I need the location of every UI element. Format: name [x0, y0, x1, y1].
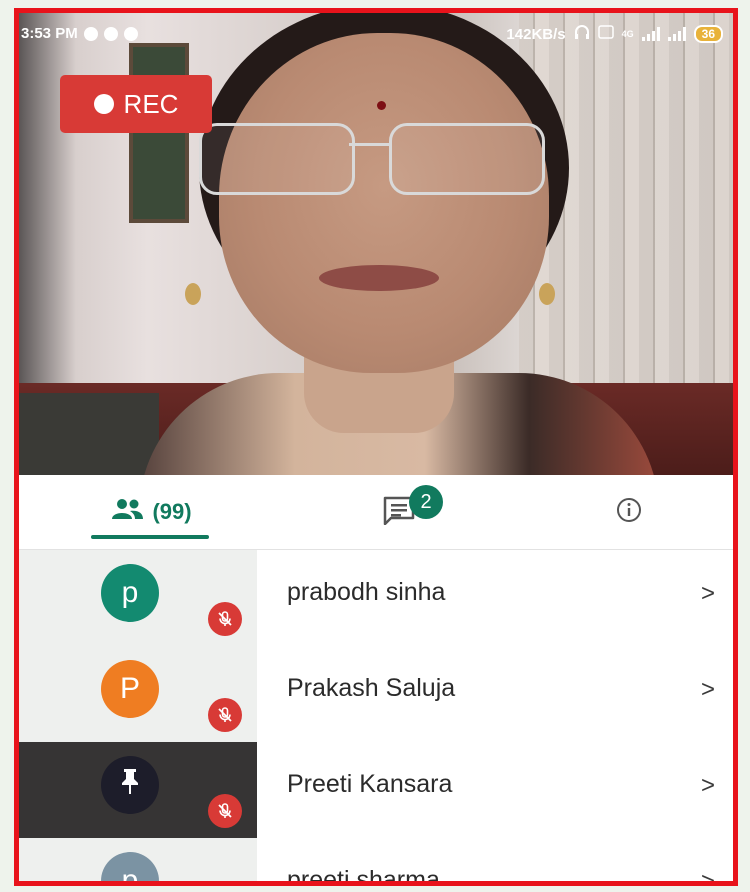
volte-icon [597, 25, 614, 43]
chevron-right-icon[interactable]: > [701, 868, 715, 881]
glasses-lens-right [389, 123, 545, 195]
hangouts-icon [103, 26, 118, 41]
avatar: P [101, 660, 159, 718]
network-type: 4G [621, 29, 634, 39]
avatar: p [101, 564, 159, 622]
speaker-lips [319, 265, 439, 291]
speaker-face [219, 33, 549, 373]
chat-unread-badge: 2 [409, 485, 443, 519]
headphones-icon [574, 25, 590, 43]
participant-list[interactable]: p prabodh sinha > P Prakash Saluja > Pre… [19, 550, 733, 881]
recording-label: REC [123, 88, 179, 119]
participant-row[interactable]: p prabodh sinha > [19, 550, 733, 646]
signal-2-icon [667, 27, 686, 41]
participant-row[interactable]: p preeti sharma > [19, 838, 733, 886]
participant-row[interactable]: Preeti Kansara > [19, 742, 733, 838]
status-right: 142KB/s 4G 36 [506, 25, 723, 43]
people-icon [110, 498, 144, 526]
network-speed: 142KB/s [506, 25, 566, 43]
record-dot-icon [93, 94, 114, 114]
wall-picture [129, 43, 189, 223]
participant-name: preeti sharma [287, 866, 440, 886]
mic-off-icon [208, 698, 242, 732]
participant-name: Prakash Saluja [287, 674, 456, 702]
info-icon [615, 496, 643, 529]
background-cushion [19, 393, 159, 475]
speaker-earring-left [185, 283, 201, 305]
chevron-right-icon[interactable]: > [701, 580, 715, 608]
speaker-glasses [199, 123, 545, 195]
chevron-right-icon[interactable]: > [701, 772, 715, 800]
status-bar: 3:53 PM 142KB/s 4G 36 [19, 13, 733, 53]
status-time: 3:53 PM [21, 25, 78, 42]
recording-indicator: REC [60, 75, 212, 133]
app-frame: 3:53 PM 142KB/s 4G 36 REC (99) 2 p prabo… [14, 8, 738, 886]
app-notification-icon [83, 26, 98, 41]
mic-off-icon [208, 794, 242, 828]
participant-name: prabodh sinha [287, 578, 446, 606]
signal-1-icon [641, 27, 660, 41]
tab-chat[interactable] [339, 475, 459, 549]
status-left: 3:53 PM [21, 25, 138, 42]
speaker-bindi [377, 101, 386, 110]
participant-count: (99) [152, 499, 192, 524]
participant-row[interactable]: P Prakash Saluja > [19, 646, 733, 742]
speaker-earring-right [539, 283, 555, 305]
message-icon [123, 26, 138, 41]
glasses-bridge [349, 143, 389, 146]
participant-name: Preeti Kansara [287, 770, 453, 798]
avatar [101, 756, 159, 814]
active-tab-indicator [91, 535, 209, 539]
pin-icon[interactable] [119, 767, 141, 803]
battery-icon: 36 [693, 25, 723, 43]
chevron-right-icon[interactable]: > [701, 676, 715, 704]
tab-info[interactable] [579, 475, 679, 549]
speaker-video[interactable]: 3:53 PM 142KB/s 4G 36 REC [19, 13, 733, 475]
glasses-lens-left [199, 123, 355, 195]
mic-off-icon [208, 602, 242, 636]
